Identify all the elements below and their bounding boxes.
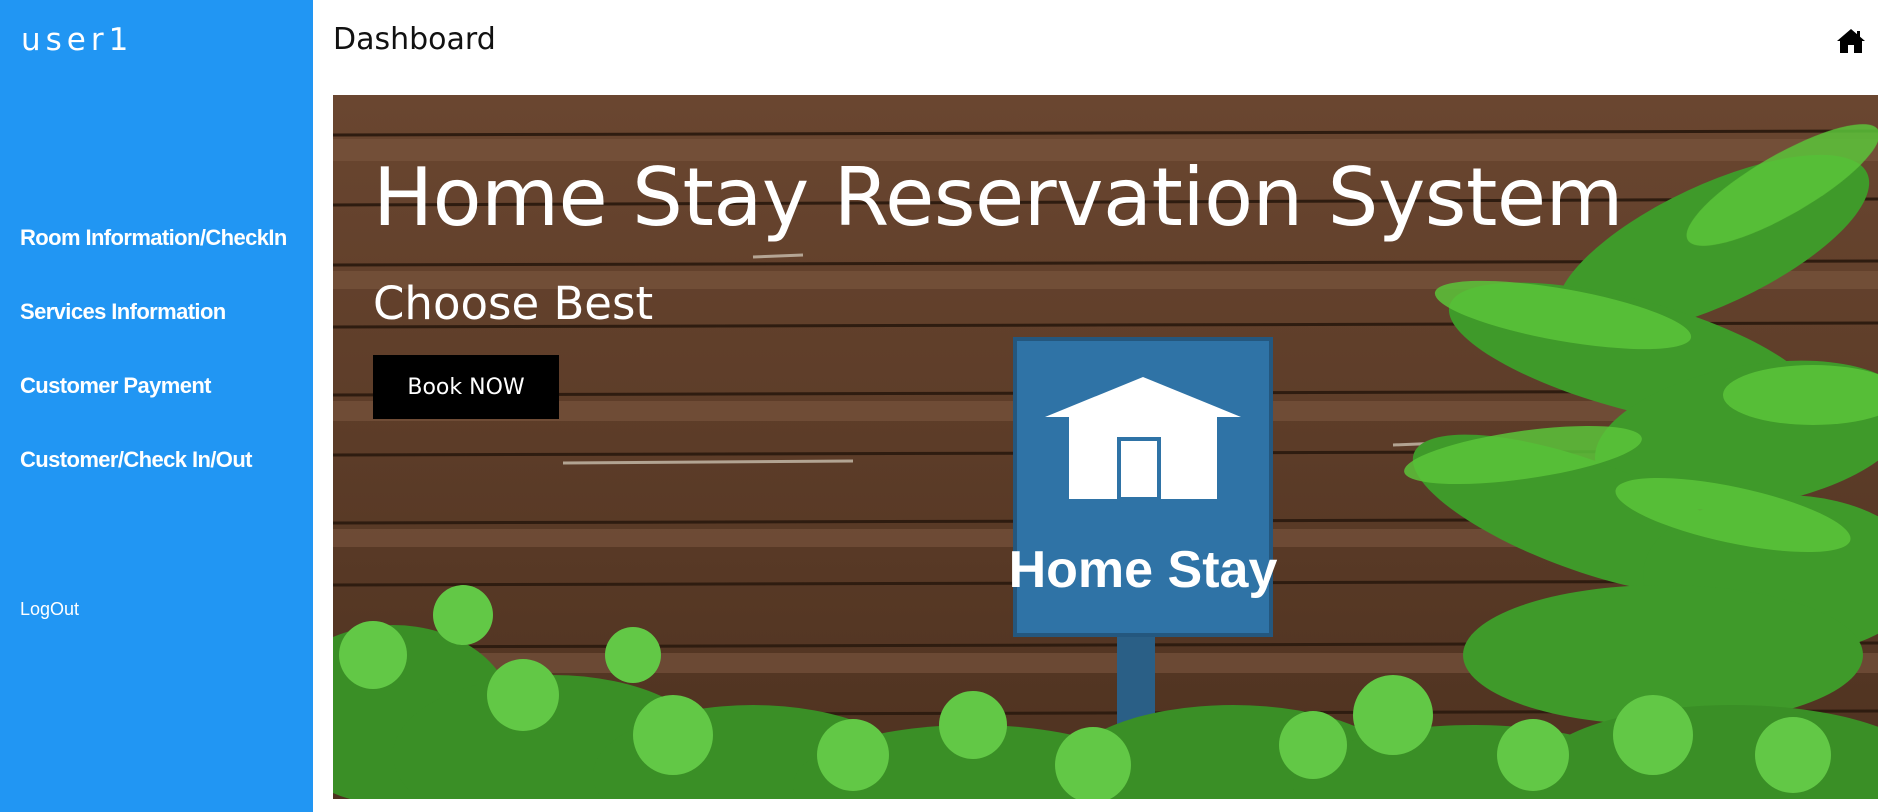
user-brand: user1 — [21, 22, 134, 58]
book-now-button[interactable]: Book NOW — [373, 355, 559, 419]
home-icon[interactable] — [1836, 28, 1866, 54]
sign-text: Home Stay — [1009, 541, 1278, 599]
sidebar-item-customer-payment[interactable]: Customer Payment — [20, 373, 212, 399]
logout-link[interactable]: LogOut — [20, 599, 79, 620]
hero-subtitle: Choose Best — [373, 277, 654, 330]
sidebar-item-customer-check-in-out[interactable]: Customer/Check In/Out — [20, 447, 252, 473]
hero-title: Home Stay Reservation System — [373, 151, 1623, 244]
sidebar-item-services-information[interactable]: Services Information — [20, 299, 226, 325]
sidebar-item-room-information[interactable]: Room Information/CheckIn — [20, 225, 287, 251]
page-title: Dashboard — [333, 22, 496, 57]
sidebar: user1 Room Information/CheckIn Services … — [0, 0, 313, 812]
hero-banner: Home Stay Home Stay Reservation System C… — [333, 95, 1878, 799]
